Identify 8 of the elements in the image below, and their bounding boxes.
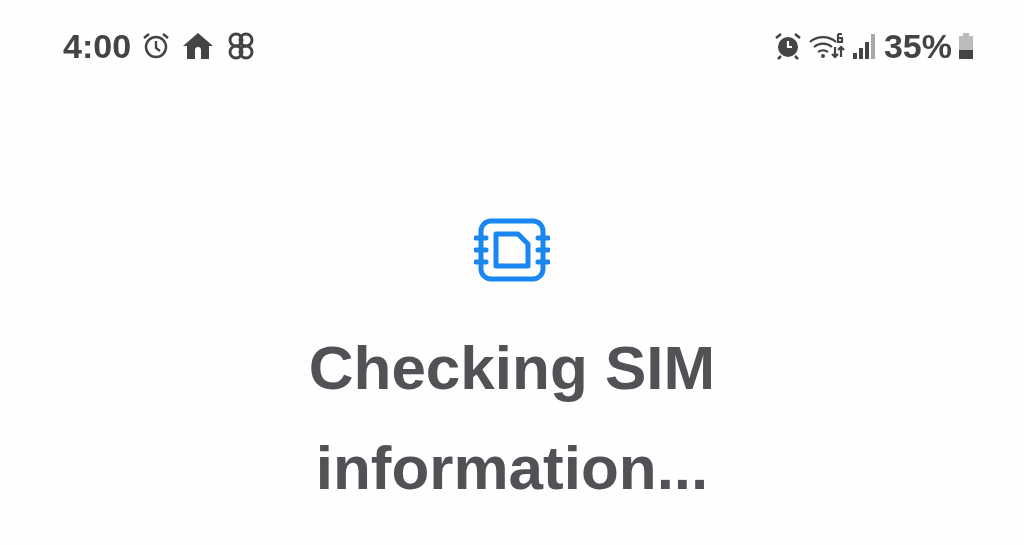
alarm-clock-icon [773, 32, 802, 60]
status-time: 4:00 [63, 26, 132, 66]
wifi-icon [807, 31, 846, 61]
signal-icon [851, 31, 878, 61]
battery-percentage: 35% [883, 26, 952, 66]
sim-card-icon [474, 218, 550, 282]
page-title: Checking SIM information... [307, 332, 717, 504]
battery-icon [958, 31, 974, 61]
